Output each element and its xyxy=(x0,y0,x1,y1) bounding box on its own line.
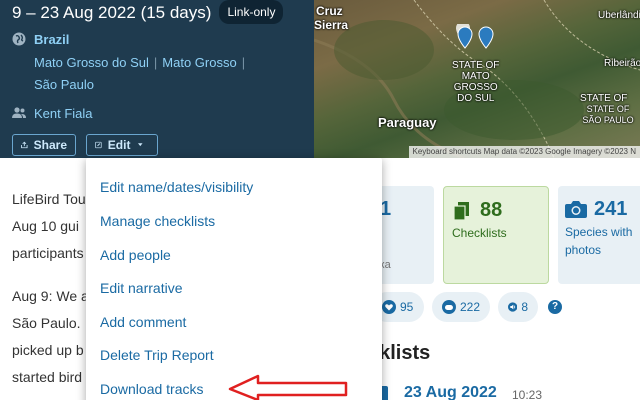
photos-stat-card[interactable]: 241 Species with photos xyxy=(558,186,640,284)
map-place-label: Cruz xyxy=(316,4,343,18)
share-label: Share xyxy=(33,138,67,152)
region-link[interactable]: Mato Grosso xyxy=(162,55,236,70)
region-separator: | xyxy=(241,55,246,70)
heart-icon xyxy=(382,300,396,314)
annotation-arrow-icon xyxy=(228,374,348,400)
country-link[interactable]: Brazil xyxy=(34,32,69,47)
observer-link[interactable]: Kent Fiala xyxy=(34,106,93,121)
globe-icon xyxy=(12,32,26,46)
edit-label: Edit xyxy=(107,138,131,152)
trip-dates: 9 – 23 Aug 2022 (15 days) Link-only xyxy=(12,0,284,24)
narrative-line: participants xyxy=(12,245,84,261)
narrative-line: started bird xyxy=(12,369,83,385)
help-icon[interactable]: ? xyxy=(548,300,562,314)
menu-item-download-tracks[interactable]: Download tracks xyxy=(100,381,204,397)
map-place-label: Uberlândia xyxy=(598,10,640,21)
narrative-line: São Paulo. xyxy=(12,315,81,331)
trip-header: 9 – 23 Aug 2022 (15 days) Link-only Brazi… xyxy=(0,0,640,158)
share-button[interactable]: Share xyxy=(12,134,76,156)
checklists-label: Checklists xyxy=(452,226,507,240)
edit-dropdown-menu: Edit name/dates/visibility Manage checkl… xyxy=(86,158,382,400)
region-link[interactable]: São Paulo xyxy=(34,77,94,92)
caret-down-icon xyxy=(138,143,143,147)
checklists-count: 88 xyxy=(480,199,503,221)
map-place-label: Sierra xyxy=(314,18,349,32)
trip-map[interactable]: Cruz Sierra Uberlândia Ribeirão STATE OF… xyxy=(314,0,640,158)
video-pill[interactable]: 8 xyxy=(498,292,538,322)
photos-label-line2: photos xyxy=(565,243,602,257)
map-country-label: Paraguay xyxy=(378,115,437,130)
map-state-label: STATE OF xyxy=(580,93,628,104)
observer-row: Kent Fiala xyxy=(12,106,93,121)
trip-info-panel: 9 – 23 Aug 2022 (15 days) Link-only Brazi… xyxy=(0,0,314,158)
narrative-line: picked up b xyxy=(12,342,84,358)
checklist-date[interactable]: 23 Aug 2022 xyxy=(404,384,497,400)
narrative-line: Aug 10 gui xyxy=(12,218,79,234)
narrative-line: Aug 9: We a xyxy=(12,288,89,304)
checklist-time: 10:23 xyxy=(512,388,543,400)
person-icon xyxy=(12,106,26,120)
share-icon xyxy=(21,141,28,149)
edit-icon xyxy=(95,141,102,149)
menu-item-delete-trip-report[interactable]: Delete Trip Report xyxy=(100,347,214,363)
visibility-badge: Link-only xyxy=(219,0,284,24)
checklist-icon xyxy=(454,202,469,220)
checklists-stat-card[interactable]: 88 Checklists xyxy=(443,186,549,284)
audio-icon xyxy=(442,300,456,314)
edit-button[interactable]: Edit xyxy=(86,134,158,156)
map-state-label: STATE OF MATO GROSSO DO SUL xyxy=(452,60,500,104)
map-attribution: Keyboard shortcuts Map data ©2023 Google… xyxy=(408,146,640,158)
menu-item-manage-checklists[interactable]: Manage checklists xyxy=(100,213,215,229)
checklist-list-item[interactable]: 23 Aug 2022 10:23 xyxy=(376,382,640,400)
menu-item-add-comment[interactable]: Add comment xyxy=(100,314,186,330)
audio-count: 222 xyxy=(459,300,480,314)
region-separator: | xyxy=(153,55,158,70)
video-count: 8 xyxy=(521,300,528,314)
favorites-count: 95 xyxy=(400,300,414,314)
menu-item-edit-narrative[interactable]: Edit narrative xyxy=(100,280,182,296)
photos-count: 241 xyxy=(594,198,628,220)
region-link[interactable]: Mato Grosso do Sul xyxy=(34,55,149,70)
narrative-line: LifeBird Tou xyxy=(12,191,86,207)
map-state-label: STATE OF SÃO PAULO xyxy=(582,104,634,125)
map-marker-icon[interactable] xyxy=(448,24,508,64)
map-place-label: Ribeirão xyxy=(604,58,640,69)
region-list: Mato Grosso do Sul | Mato Grosso | São Paul… xyxy=(34,52,304,96)
photos-label: Species with xyxy=(565,225,633,239)
trip-dates-text: 9 – 23 Aug 2022 (15 days) xyxy=(12,3,212,22)
camera-icon xyxy=(565,201,587,218)
audio-pill[interactable]: 222 xyxy=(432,292,490,322)
menu-item-add-people[interactable]: Add people xyxy=(100,247,171,263)
menu-item-edit-details[interactable]: Edit name/dates/visibility xyxy=(100,179,253,195)
speaker-icon xyxy=(508,302,518,312)
location-row: Brazil xyxy=(12,32,69,47)
